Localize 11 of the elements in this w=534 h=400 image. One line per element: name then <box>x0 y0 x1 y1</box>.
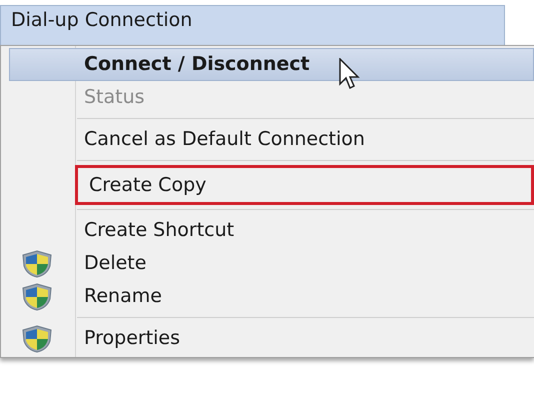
menu-item[interactable]: Properties <box>9 322 534 355</box>
shield-icon <box>20 324 54 354</box>
connection-name: Dial-up Connection <box>11 8 194 32</box>
menu-item[interactable]: Rename <box>9 280 534 313</box>
shield-icon <box>20 282 54 312</box>
shield-icon <box>20 248 54 278</box>
menu-item[interactable]: Create Shortcut <box>9 214 534 247</box>
menu-item[interactable]: Connect / Disconnect <box>9 48 534 81</box>
menu-item[interactable]: Delete <box>9 247 534 280</box>
menu-item[interactable]: Create Copy <box>75 165 534 205</box>
menu-item[interactable]: Cancel as Default Connection <box>9 123 534 156</box>
